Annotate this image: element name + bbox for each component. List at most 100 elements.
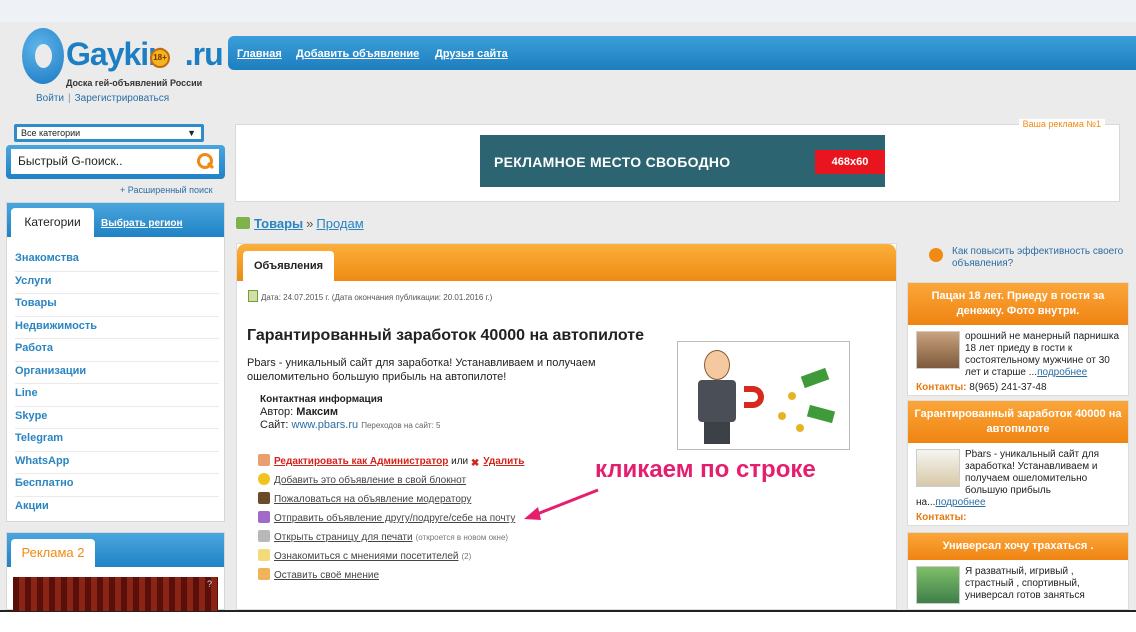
category-item[interactable]: Skype <box>15 407 219 429</box>
logo-subtitle: Доска гей-объявлений России <box>66 78 203 88</box>
side-card-body: орошний не манерный парнишка 18 лет прие… <box>908 325 1128 397</box>
categories-panel: Категории Выбрать регион Знакомства Услу… <box>6 202 225 522</box>
category-select-value: Все категории <box>21 128 81 138</box>
select-region-link[interactable]: Выбрать регион <box>101 218 183 229</box>
cartoon-head <box>704 350 730 380</box>
register-link[interactable]: Зарегистрироваться <box>75 93 170 104</box>
side-card-thumbnail[interactable] <box>916 331 960 369</box>
mail-icon <box>258 511 270 523</box>
categories-header: Категории Выбрать регион <box>7 203 224 237</box>
tab-listings[interactable]: Объявления <box>243 251 334 281</box>
star-icon <box>258 473 270 485</box>
category-item[interactable]: Line <box>15 384 219 407</box>
print-link[interactable]: Открыть страницу для печати <box>274 532 413 543</box>
site-label: Сайт: <box>260 419 289 431</box>
ad2-image[interactable] <box>13 577 218 611</box>
breadcrumb-section[interactable]: Товары <box>254 216 303 231</box>
complain-link[interactable]: Пожаловаться на объявление модератору <box>274 494 471 505</box>
side-card-body: Pbars - уникальный сайт для заработка! У… <box>908 443 1128 527</box>
search-icon[interactable] <box>191 149 219 174</box>
top-band <box>0 0 1136 22</box>
category-item[interactable]: Работа <box>15 339 219 362</box>
coin-icon <box>778 412 786 420</box>
side-listing-card[interactable]: Гарантированный заработок 40000 на автоп… <box>907 400 1129 526</box>
contacts-label: Контакты: <box>916 512 967 523</box>
side-card-thumbnail[interactable] <box>916 566 960 604</box>
category-item[interactable]: Услуги <box>15 272 219 294</box>
contact-info: Контактная информация Автор: Максим Сайт… <box>260 393 440 432</box>
tip-icon <box>929 248 943 262</box>
category-list: Знакомства Услуги Товары Недвижимость Ра… <box>15 249 219 519</box>
side-card-body: Я разватный, игривый , страстный , спорт… <box>908 560 1128 604</box>
tab-categories[interactable]: Категории <box>11 208 94 237</box>
comments-icon <box>258 549 270 561</box>
or-text: или <box>451 456 469 467</box>
delete-link[interactable]: Удалить <box>483 456 524 467</box>
site-link[interactable]: www.pbars.ru <box>292 419 359 431</box>
edit-action: Редактировать как Администратор или ✖ Уда… <box>258 454 524 473</box>
nav-add-listing[interactable]: Добавить объявление <box>296 48 419 60</box>
leave-opinion-link[interactable]: Оставить своё мнение <box>274 570 379 581</box>
author-name: Максим <box>296 406 339 418</box>
opinions-link[interactable]: Ознакомиться с мнениями посетителей <box>274 551 459 562</box>
breadcrumb-separator: » <box>306 216 314 231</box>
ad2-header: Реклама 2 <box>7 533 224 567</box>
annotation-arrow-icon <box>524 488 599 520</box>
opinions-action: Ознакомиться с мнениями посетителей (2) <box>258 549 524 568</box>
category-item[interactable]: Знакомства <box>15 249 219 272</box>
category-icon <box>236 217 250 229</box>
listing-image[interactable] <box>677 341 850 450</box>
contacts-value: 8(965) 241-37-48 <box>969 382 1047 393</box>
site-line: Сайт: www.pbars.ru Переходов на сайт: 5 <box>260 419 440 432</box>
print-note: (откроется в новом окне) <box>415 533 509 542</box>
breadcrumb: Товары» Продам <box>236 216 364 231</box>
side-card-title[interactable]: Универсал хочу трахаться . <box>908 533 1128 560</box>
side-card-title[interactable]: Пацан 18 лет. Приеду в гости за денежку.… <box>908 283 1128 325</box>
dropdown-arrow-icon: ▼ <box>187 128 196 138</box>
quick-search-input[interactable]: Быстрый G-поиск.. <box>11 149 191 174</box>
category-item[interactable]: Бесплатно <box>15 474 219 497</box>
magnet-icon <box>744 386 764 408</box>
category-item[interactable]: Акции <box>15 497 219 520</box>
side-card-more[interactable]: подробнее <box>1037 367 1087 378</box>
complain-action: Пожаловаться на объявление модератору <box>258 492 524 511</box>
side-card-more[interactable]: подробнее <box>935 497 985 508</box>
banner-text: РЕКЛАМНОЕ МЕСТО СВОБОДНО <box>494 154 731 170</box>
breadcrumb-current[interactable]: Продам <box>316 216 363 231</box>
age-badge: 18+ <box>150 48 170 68</box>
edit-admin-link[interactable]: Редактировать как Администратор <box>274 456 448 467</box>
coin-icon <box>788 392 796 400</box>
send-action: Отправить объявление другу/подруге/себе … <box>258 511 524 530</box>
tip-link[interactable]: Как повысить эффективность своего объявл… <box>952 246 1132 270</box>
listing-header: Объявления <box>237 244 896 281</box>
cartoon-legs <box>704 422 730 444</box>
listing-date: Дата: 24.07.2015 г. (Дата окончания публ… <box>248 290 492 302</box>
leave-opinion-action: Оставить своё мнение <box>258 568 524 587</box>
category-item[interactable]: Telegram <box>15 429 219 452</box>
side-card-thumbnail[interactable] <box>916 449 960 487</box>
advanced-search-link[interactable]: + Расширенный поиск <box>120 185 213 195</box>
side-card-title[interactable]: Гарантированный заработок 40000 на автоп… <box>908 401 1128 443</box>
category-item[interactable]: Недвижимость <box>15 317 219 339</box>
annotation-text: кликаем по строке <box>595 456 816 483</box>
add-notebook-link[interactable]: Добавить это объявление в свой блокнот <box>274 475 466 486</box>
category-item[interactable]: Организации <box>15 362 219 384</box>
listing-description: Pbars - уникальный сайт для заработка! У… <box>247 357 596 383</box>
pencil-icon <box>258 568 270 580</box>
category-item[interactable]: Товары <box>15 294 219 317</box>
transitions-count: Переходов на сайт: 5 <box>361 421 441 430</box>
send-email-link[interactable]: Отправить объявление другу/подруге/себе … <box>274 513 515 524</box>
category-item[interactable]: WhatsApp <box>15 452 219 474</box>
print-action: Открыть страницу для печати (откроется в … <box>258 530 524 549</box>
side-listing-card[interactable]: Универсал хочу трахаться . Я разватный, … <box>907 532 1129 610</box>
ad2-title: Реклама 2 <box>11 539 95 567</box>
ad-banner[interactable]: РЕКЛАМНОЕ МЕСТО СВОБОДНО 468x60 <box>480 135 885 187</box>
login-link[interactable]: Войти <box>36 93 64 104</box>
category-select[interactable]: Все категории ▼ <box>14 124 204 142</box>
banner-label: Ваша реклама №1 <box>1018 119 1105 129</box>
nav-friends[interactable]: Друзья сайта <box>435 48 508 60</box>
site-logo[interactable]: Gaykin .ru 18+ Доска гей-объявлений Росси… <box>22 28 224 92</box>
side-listing-card[interactable]: Пацан 18 лет. Приеду в гости за денежку.… <box>907 282 1129 396</box>
nav-home[interactable]: Главная <box>237 48 282 60</box>
coin-icon <box>796 424 804 432</box>
